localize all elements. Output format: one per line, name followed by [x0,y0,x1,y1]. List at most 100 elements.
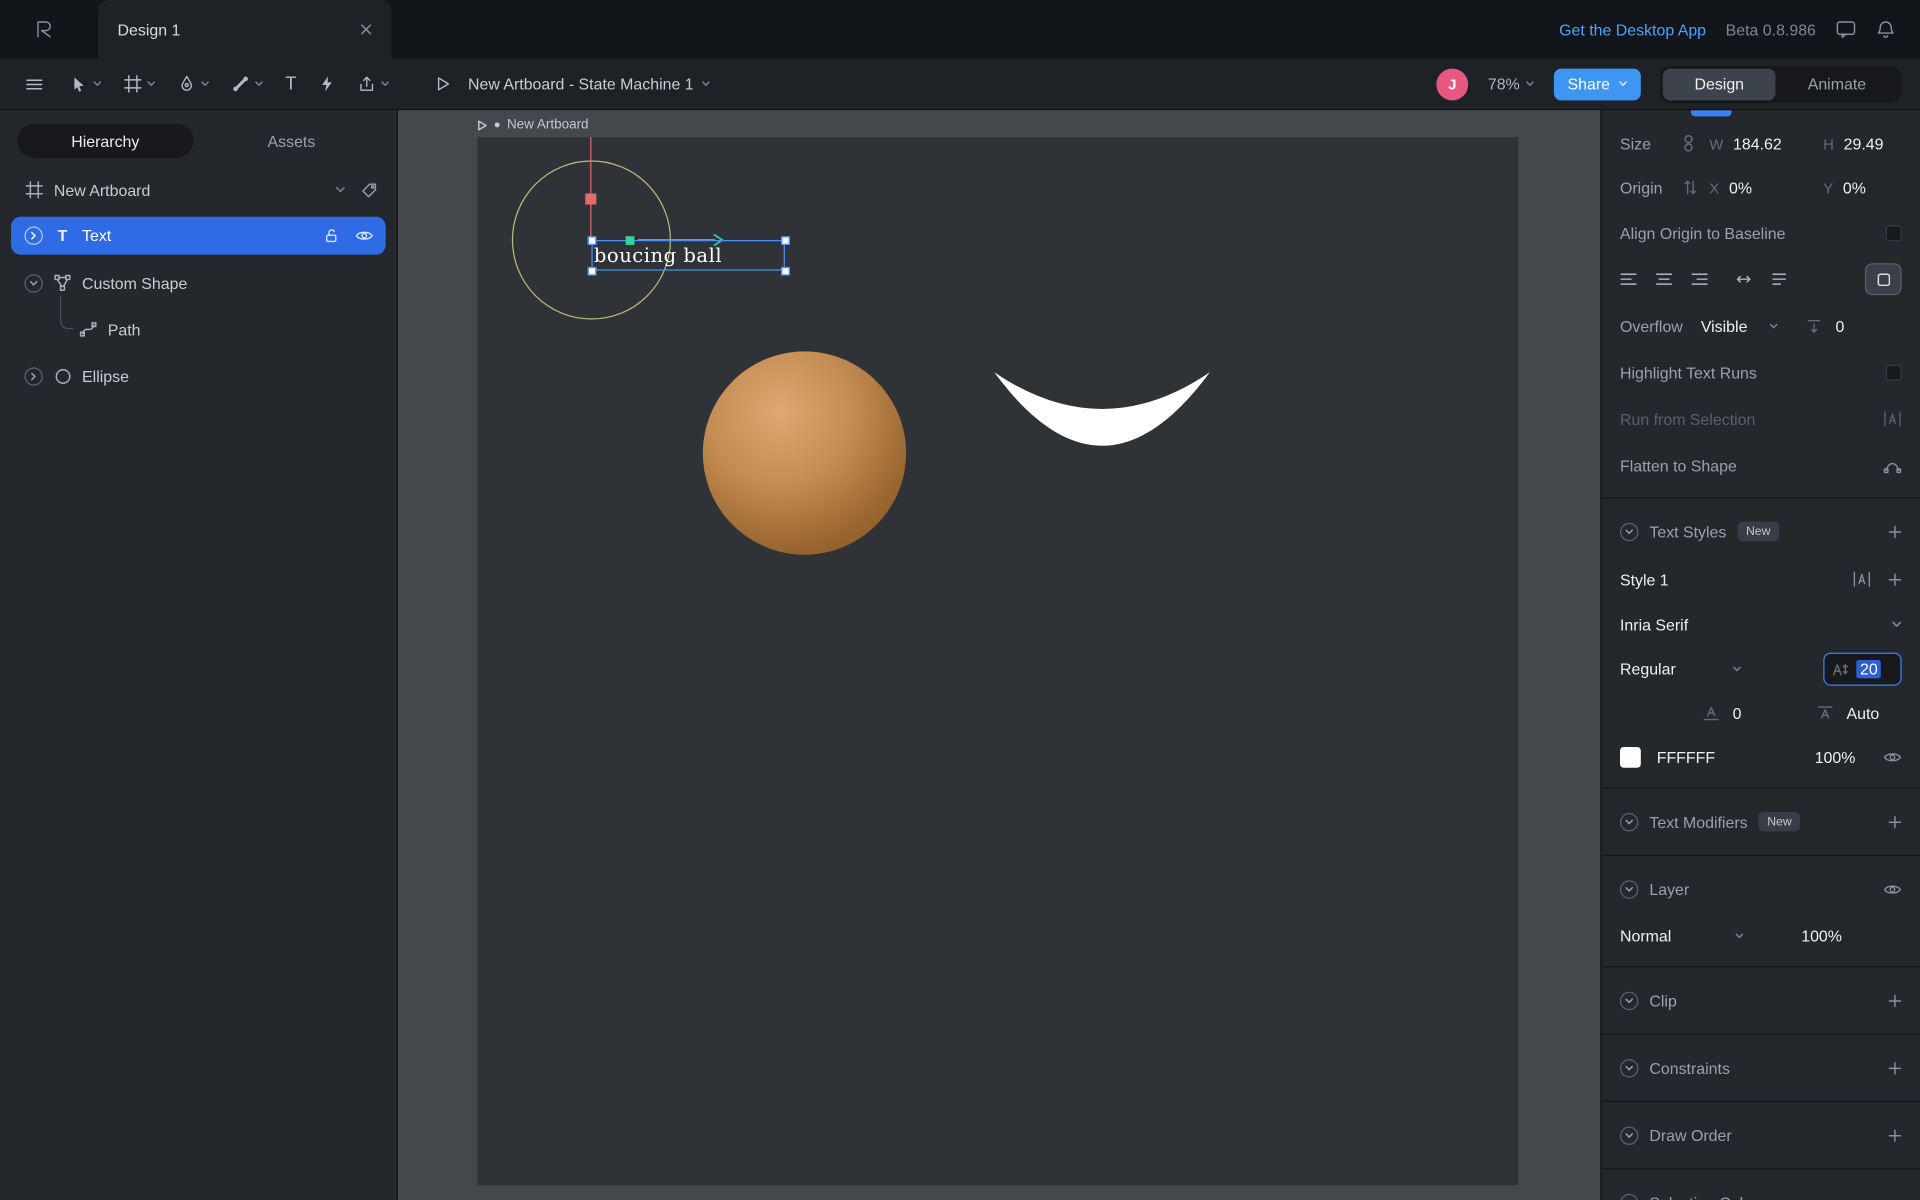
tab-design[interactable]: Design [1663,68,1776,100]
highlight-runs-checkbox[interactable] [1886,364,1902,380]
selection-colors-header[interactable]: Selection Colors [1602,1178,1920,1200]
artboard-tool[interactable] [113,59,167,109]
disclosure-right-icon[interactable] [24,227,42,245]
text-styles-header[interactable]: Text Styles New [1602,507,1920,556]
notifications-bell-icon[interactable] [1876,20,1896,40]
add-text-modifier-button[interactable] [1888,815,1901,828]
eye-icon[interactable] [1883,750,1901,763]
origin-y-value[interactable]: 0% [1843,178,1866,196]
disclosure-down-icon[interactable] [1620,812,1638,830]
tab-assets[interactable]: Assets [203,124,379,158]
layer-opacity-value[interactable]: 100% [1801,926,1870,944]
selection-handle[interactable] [587,236,596,245]
chevron-down-icon [702,81,711,87]
fixed-size-icon [1877,272,1890,285]
auto-height-button[interactable] [1771,271,1788,288]
draw-order-header[interactable]: Draw Order [1602,1111,1920,1160]
disclosure-down-icon[interactable] [1620,1193,1638,1200]
letter-spacing-value[interactable]: 0 [1733,703,1742,721]
chevron-down-icon[interactable] [336,186,346,193]
add-draw-order-button[interactable] [1888,1128,1901,1141]
add-text-style-button[interactable] [1888,525,1901,538]
canvas[interactable]: New Artboard boucing ball [398,110,1600,1200]
pen-tool[interactable] [167,59,221,109]
fill-opacity-value[interactable]: 100% [1815,748,1884,766]
tree-row-text[interactable]: T Text [11,217,386,255]
overflow-dropdown[interactable]: Visible [1701,317,1778,335]
selection-handle[interactable] [781,236,790,245]
origin-green-handle[interactable] [625,236,634,245]
tree-row-path[interactable]: Path [0,306,397,353]
rive-logo-icon[interactable] [0,17,88,41]
disclosure-down-icon[interactable] [1620,522,1638,540]
align-origin-checkbox[interactable] [1886,225,1902,241]
overflow-row: Overflow Visible 0 [1602,302,1920,349]
add-constraint-button[interactable] [1888,1061,1901,1074]
tab-hierarchy[interactable]: Hierarchy [17,124,193,158]
disclosure-down-icon[interactable] [1620,1126,1638,1144]
font-weight-dropdown[interactable]: Regular [1620,659,1741,677]
fill-hex-value[interactable]: FFFFFF [1657,748,1715,766]
apply-style-icon[interactable] [1853,571,1871,588]
clip-header[interactable]: Clip [1602,976,1920,1025]
frame-icon [124,75,142,93]
chevron-down-icon [1732,666,1741,672]
disclosure-down-icon[interactable] [24,274,42,292]
constrain-proportions-icon[interactable] [1684,135,1710,152]
flatten-row[interactable]: Flatten to Shape [1602,442,1920,489]
fixed-size-button[interactable] [1865,263,1902,295]
disclosure-down-icon[interactable] [1620,1059,1638,1077]
tree-row-artboard[interactable]: New Artboard [0,167,397,214]
font-family-row[interactable]: Inria Serif [1602,602,1920,646]
close-tab-icon[interactable] [360,23,372,35]
add-clip-button[interactable] [1888,994,1901,1007]
disclosure-right-icon[interactable] [24,367,42,385]
run-from-selection-row[interactable]: Run from Selection [1602,396,1920,443]
tree-row-ellipse[interactable]: Ellipse [0,353,397,400]
eye-icon[interactable] [355,229,373,242]
disclosure-down-icon[interactable] [1620,991,1638,1009]
events-tool[interactable] [308,59,347,109]
swap-axes-icon[interactable] [1684,179,1710,196]
bone-tool[interactable] [220,59,274,109]
avatar[interactable]: J [1436,68,1468,100]
file-tab[interactable]: Design 1 [98,0,392,59]
get-desktop-app-link[interactable]: Get the Desktop App [1559,20,1706,38]
text-modifiers-header[interactable]: Text Modifiers New [1602,797,1920,846]
disclosure-down-icon[interactable] [1620,880,1638,898]
paragraph-spacing-value[interactable]: 0 [1836,317,1845,335]
hamburger-menu-icon[interactable] [10,59,59,109]
style-row[interactable]: Style 1 [1602,556,1920,603]
zoom-dropdown[interactable]: 78% [1488,75,1535,93]
layer-header[interactable]: Layer [1602,864,1920,913]
selection-handle[interactable] [781,266,790,275]
selection-handle[interactable] [587,266,596,275]
color-swatch[interactable] [1620,746,1641,767]
feedback-icon[interactable] [1836,20,1857,40]
constraints-header[interactable]: Constraints [1602,1043,1920,1092]
origin-x-value[interactable]: 0% [1729,178,1752,196]
auto-width-button[interactable] [1735,271,1752,288]
artboard-label[interactable]: New Artboard [478,118,589,133]
play-button[interactable] [423,59,463,109]
text-tool[interactable]: T [274,59,307,109]
align-right-button[interactable] [1691,271,1708,288]
font-size-input[interactable]: 20 [1823,652,1901,685]
tag-icon[interactable] [361,182,377,198]
align-center-button[interactable] [1656,271,1673,288]
artboard[interactable]: boucing ball [478,137,1519,1185]
share-button[interactable]: Share [1554,68,1641,100]
layer-eye-icon[interactable] [1883,882,1901,895]
export-tool[interactable] [347,59,401,109]
width-value[interactable]: 184.62 [1733,134,1782,152]
unlock-icon[interactable] [323,228,339,244]
blend-mode-dropdown[interactable]: Normal [1620,926,1744,944]
select-tool[interactable] [59,59,113,109]
height-value[interactable]: 29.49 [1844,134,1884,152]
crescent-shape[interactable] [994,372,1210,445]
line-height-value[interactable]: Auto [1847,703,1880,721]
add-style-run-button[interactable] [1888,572,1901,585]
align-left-button[interactable] [1620,271,1637,288]
artboard-state-dropdown[interactable]: New Artboard - State Machine 1 [468,75,711,93]
tab-animate[interactable]: Animate [1776,68,1898,100]
